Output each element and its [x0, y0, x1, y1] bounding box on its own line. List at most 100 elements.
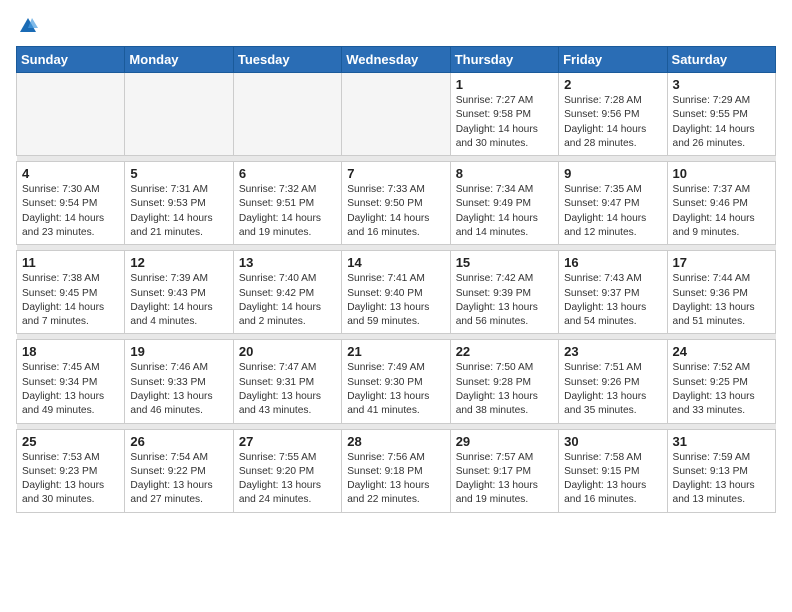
day-info: Sunrise: 7:39 AM Sunset: 9:43 PM Dayligh… [130, 272, 227, 329]
day-info: Sunrise: 7:43 AM Sunset: 9:37 PM Dayligh… [564, 272, 661, 329]
col-header-monday: Monday [125, 47, 233, 73]
day-number: 14 [347, 255, 444, 270]
page-header [16, 16, 776, 36]
calendar-cell: 24 Sunrise: 7:52 AM Sunset: 9:25 PM Dayli… [667, 340, 775, 423]
calendar-cell: 21Sunrise: 7:49 AM Sunset: 9:30 PM Dayli… [342, 340, 450, 423]
calendar-cell: 27 Sunrise: 7:55 AM Sunset: 9:20 PM Dayli… [233, 429, 341, 512]
day-number: 4 [22, 166, 119, 181]
day-info: Sunrise: 7:56 AM Sunset: 9:18 PM Dayligh… [347, 451, 444, 508]
col-header-tuesday: Tuesday [233, 47, 341, 73]
calendar-cell: 19 Sunrise: 7:46 AM Sunset: 9:33 PM Dayli… [125, 340, 233, 423]
calendar-week-3: 11 Sunrise: 7:38 AM Sunset: 9:45 PM Dayli… [17, 251, 776, 334]
col-header-friday: Friday [559, 47, 667, 73]
day-number: 16 [564, 255, 661, 270]
day-info: Sunrise: 7:33 AM Sunset: 9:50 PM Dayligh… [347, 183, 444, 240]
day-info: Sunrise: 7:54 AM Sunset: 9:22 PM Dayligh… [130, 451, 227, 508]
logo [16, 16, 38, 36]
calendar-cell: 12 Sunrise: 7:39 AM Sunset: 9:43 PM Dayli… [125, 251, 233, 334]
day-number: 8 [456, 166, 553, 181]
calendar-cell [125, 73, 233, 156]
day-info: Sunrise: 7:44 AM Sunset: 9:36 PM Dayligh… [673, 272, 770, 329]
day-info: Sunrise: 7:32 AM Sunset: 9:51 PM Dayligh… [239, 183, 336, 240]
day-info: Sunrise: 7:55 AM Sunset: 9:20 PM Dayligh… [239, 451, 336, 508]
day-info: Sunrise: 7:52 AM Sunset: 9:25 PM Dayligh… [673, 361, 770, 418]
calendar-cell: 9 Sunrise: 7:35 AM Sunset: 9:47 PM Daylig… [559, 162, 667, 245]
calendar-cell: 11 Sunrise: 7:38 AM Sunset: 9:45 PM Dayli… [17, 251, 125, 334]
calendar-cell: 28Sunrise: 7:56 AM Sunset: 9:18 PM Dayli… [342, 429, 450, 512]
day-info: Sunrise: 7:41 AM Sunset: 9:40 PM Dayligh… [347, 272, 444, 329]
day-number: 18 [22, 344, 119, 359]
day-number: 6 [239, 166, 336, 181]
calendar-cell: 4 Sunrise: 7:30 AM Sunset: 9:54 PM Daylig… [17, 162, 125, 245]
day-number: 11 [22, 255, 119, 270]
col-header-thursday: Thursday [450, 47, 558, 73]
calendar-cell: 23 Sunrise: 7:51 AM Sunset: 9:26 PM Dayli… [559, 340, 667, 423]
calendar-week-5: 25 Sunrise: 7:53 AM Sunset: 9:23 PM Dayli… [17, 429, 776, 512]
day-info: Sunrise: 7:40 AM Sunset: 9:42 PM Dayligh… [239, 272, 336, 329]
calendar-cell: 17Sunrise: 7:44 AM Sunset: 9:36 PM Dayli… [667, 251, 775, 334]
calendar-cell: 16 Sunrise: 7:43 AM Sunset: 9:37 PM Dayli… [559, 251, 667, 334]
calendar-cell: 25 Sunrise: 7:53 AM Sunset: 9:23 PM Dayli… [17, 429, 125, 512]
calendar-week-1: 1Sunrise: 7:27 AM Sunset: 9:58 PM Daylig… [17, 73, 776, 156]
calendar-week-2: 4 Sunrise: 7:30 AM Sunset: 9:54 PM Daylig… [17, 162, 776, 245]
calendar-cell: 18 Sunrise: 7:45 AM Sunset: 9:34 PM Dayli… [17, 340, 125, 423]
day-info: Sunrise: 7:53 AM Sunset: 9:23 PM Dayligh… [22, 451, 119, 508]
day-number: 27 [239, 434, 336, 449]
day-info: Sunrise: 7:45 AM Sunset: 9:34 PM Dayligh… [22, 361, 119, 418]
day-number: 15 [456, 255, 553, 270]
calendar-cell [17, 73, 125, 156]
day-number: 9 [564, 166, 661, 181]
calendar-cell: 2Sunrise: 7:28 AM Sunset: 9:56 PM Daylig… [559, 73, 667, 156]
day-number: 19 [130, 344, 227, 359]
day-number: 7 [347, 166, 444, 181]
calendar-cell: 13 Sunrise: 7:40 AM Sunset: 9:42 PM Dayli… [233, 251, 341, 334]
day-number: 24 [673, 344, 770, 359]
day-info: Sunrise: 7:38 AM Sunset: 9:45 PM Dayligh… [22, 272, 119, 329]
calendar-cell: 26 Sunrise: 7:54 AM Sunset: 9:22 PM Dayli… [125, 429, 233, 512]
day-number: 10 [673, 166, 770, 181]
day-number: 22 [456, 344, 553, 359]
day-info: Sunrise: 7:50 AM Sunset: 9:28 PM Dayligh… [456, 361, 553, 418]
day-number: 5 [130, 166, 227, 181]
calendar-cell: 29Sunrise: 7:57 AM Sunset: 9:17 PM Dayli… [450, 429, 558, 512]
day-number: 13 [239, 255, 336, 270]
day-info: Sunrise: 7:35 AM Sunset: 9:47 PM Dayligh… [564, 183, 661, 240]
day-number: 23 [564, 344, 661, 359]
calendar-cell: 1Sunrise: 7:27 AM Sunset: 9:58 PM Daylig… [450, 73, 558, 156]
calendar-cell: 8Sunrise: 7:34 AM Sunset: 9:49 PM Daylig… [450, 162, 558, 245]
day-number: 3 [673, 77, 770, 92]
day-number: 12 [130, 255, 227, 270]
col-header-saturday: Saturday [667, 47, 775, 73]
day-info: Sunrise: 7:46 AM Sunset: 9:33 PM Dayligh… [130, 361, 227, 418]
day-info: Sunrise: 7:37 AM Sunset: 9:46 PM Dayligh… [673, 183, 770, 240]
col-header-wednesday: Wednesday [342, 47, 450, 73]
day-info: Sunrise: 7:28 AM Sunset: 9:56 PM Dayligh… [564, 94, 661, 151]
calendar-cell: 30 Sunrise: 7:58 AM Sunset: 9:15 PM Dayli… [559, 429, 667, 512]
day-info: Sunrise: 7:29 AM Sunset: 9:55 PM Dayligh… [673, 94, 770, 151]
day-info: Sunrise: 7:27 AM Sunset: 9:58 PM Dayligh… [456, 94, 553, 151]
col-header-sunday: Sunday [17, 47, 125, 73]
day-info: Sunrise: 7:47 AM Sunset: 9:31 PM Dayligh… [239, 361, 336, 418]
calendar-cell: 6 Sunrise: 7:32 AM Sunset: 9:51 PM Daylig… [233, 162, 341, 245]
calendar-cell: 10 Sunrise: 7:37 AM Sunset: 9:46 PM Dayli… [667, 162, 775, 245]
calendar-cell [233, 73, 341, 156]
calendar-cell: 22 Sunrise: 7:50 AM Sunset: 9:28 PM Dayli… [450, 340, 558, 423]
day-number: 31 [673, 434, 770, 449]
day-info: Sunrise: 7:31 AM Sunset: 9:53 PM Dayligh… [130, 183, 227, 240]
day-number: 30 [564, 434, 661, 449]
day-number: 26 [130, 434, 227, 449]
calendar-cell: 20Sunrise: 7:47 AM Sunset: 9:31 PM Dayli… [233, 340, 341, 423]
calendar: SundayMondayTuesdayWednesdayThursdayFrid… [16, 46, 776, 513]
calendar-header-row: SundayMondayTuesdayWednesdayThursdayFrid… [17, 47, 776, 73]
day-info: Sunrise: 7:57 AM Sunset: 9:17 PM Dayligh… [456, 451, 553, 508]
calendar-cell: 7 Sunrise: 7:33 AM Sunset: 9:50 PM Daylig… [342, 162, 450, 245]
calendar-cell: 31Sunrise: 7:59 AM Sunset: 9:13 PM Dayli… [667, 429, 775, 512]
day-info: Sunrise: 7:30 AM Sunset: 9:54 PM Dayligh… [22, 183, 119, 240]
calendar-week-4: 18 Sunrise: 7:45 AM Sunset: 9:34 PM Dayli… [17, 340, 776, 423]
day-info: Sunrise: 7:51 AM Sunset: 9:26 PM Dayligh… [564, 361, 661, 418]
day-info: Sunrise: 7:58 AM Sunset: 9:15 PM Dayligh… [564, 451, 661, 508]
calendar-cell: 3 Sunrise: 7:29 AM Sunset: 9:55 PM Daylig… [667, 73, 775, 156]
day-number: 25 [22, 434, 119, 449]
calendar-cell: 5 Sunrise: 7:31 AM Sunset: 9:53 PM Daylig… [125, 162, 233, 245]
logo-icon [18, 16, 38, 36]
